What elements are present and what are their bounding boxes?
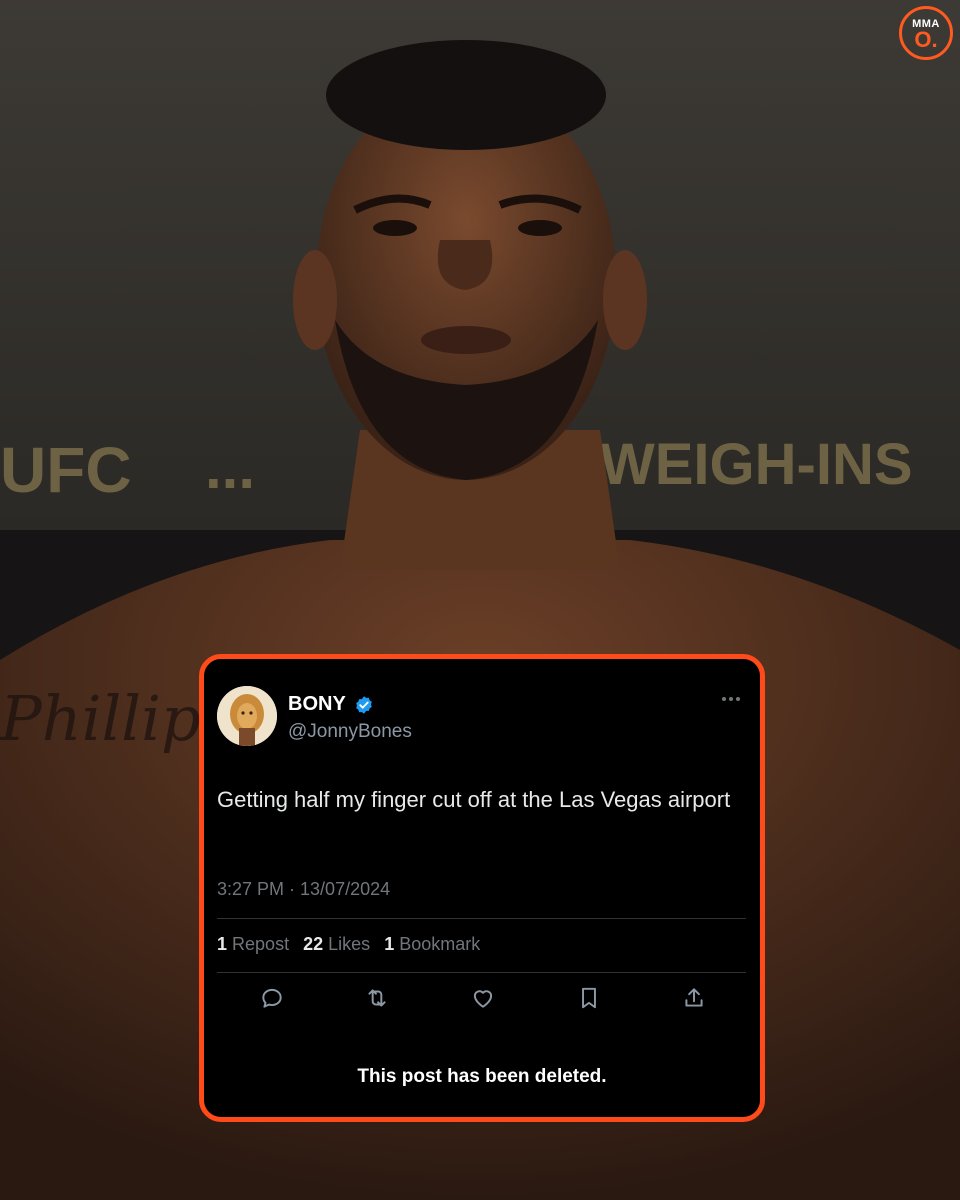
share-icon [685,988,703,1007]
display-name[interactable]: BONY [288,693,346,716]
bookmark-button[interactable] [576,985,606,1015]
bookmarks-count: 1 [384,934,395,954]
share-button[interactable] [681,985,711,1015]
lion-avatar-icon [217,686,277,746]
reposts-label: Repost [232,934,290,954]
avatar[interactable] [217,686,277,746]
bookmarks-label: Bookmark [399,934,481,954]
logo-text-bottom: O. [914,27,938,52]
reply-icon [262,988,282,1008]
tweet-timestamp[interactable]: 3:27 PM · 13/07/2024 [217,879,390,900]
reposts-stat[interactable]: 1 Repost [217,934,289,954]
action-bar [204,985,760,1019]
tweet-card: BONY @JonnyBones Getting half my finger … [199,654,765,1122]
bookmark-icon [582,987,596,1009]
repost-button[interactable] [364,985,394,1015]
likes-label: Likes [328,934,371,954]
reply-button[interactable] [259,985,289,1015]
like-icon [473,990,493,1008]
deleted-notice: This post has been deleted. [357,1066,607,1087]
brand-logo: MMA O. [899,6,953,60]
bookmarks-stat[interactable]: 1 Bookmark [384,934,480,954]
divider [217,918,746,919]
svg-text:UFC: UFC [0,434,132,506]
like-button[interactable] [470,985,500,1015]
likes-count: 22 [303,934,324,954]
divider [217,972,746,973]
user-handle[interactable]: @JonnyBones [288,721,412,743]
more-icon[interactable] [718,691,744,707]
engagement-stats: 1 Repost 22 Likes 1 Bookmark [217,934,489,955]
reposts-count: 1 [217,934,228,954]
repost-icon [368,989,386,1007]
svg-text:WEIGH-INS: WEIGH-INS [600,432,913,497]
svg-text:Phillip: Phillip [0,682,201,755]
svg-text:...: ... [205,434,255,501]
likes-stat[interactable]: 22 Likes [303,934,370,954]
verified-badge-icon [356,696,372,714]
tweet-text: Getting half my finger cut off at the La… [217,787,731,812]
